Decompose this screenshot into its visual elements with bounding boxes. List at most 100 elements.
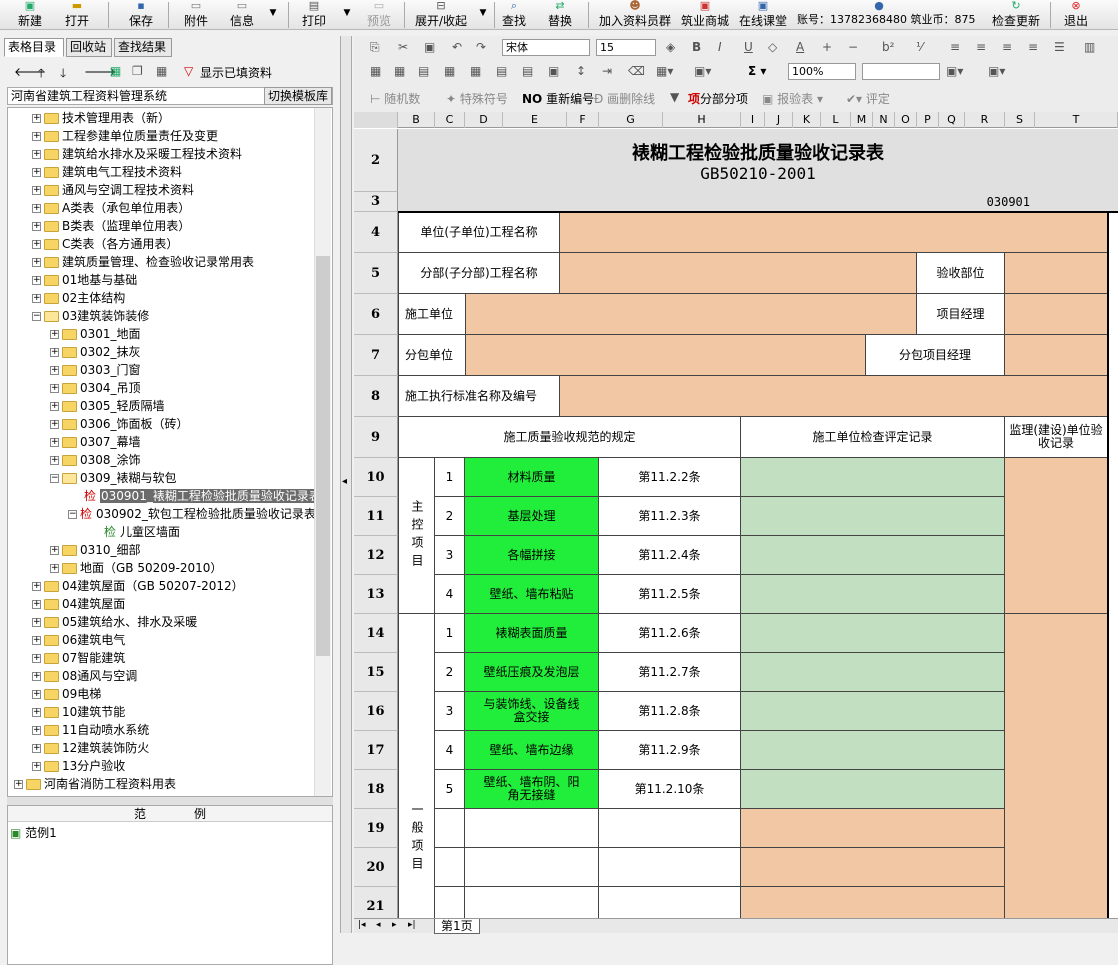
print-button[interactable]: ▤ 打印 <box>298 0 330 30</box>
supervisor-general-input[interactable] <box>1005 614 1108 918</box>
empty-cell[interactable] <box>465 848 599 887</box>
tree-item[interactable]: + 技术管理用表（新） <box>32 109 170 127</box>
random-number-button[interactable]: ⊢ 随机数 <box>370 90 420 107</box>
find-button[interactable]: ⌕ 查找 <box>500 0 528 30</box>
tree-item[interactable]: +0308_涂饰 <box>50 451 141 469</box>
renumber-button[interactable]: NO 重新编号 <box>522 90 594 107</box>
col-header[interactable]: J <box>765 112 793 128</box>
online-class-button[interactable]: ▣ 在线课堂 <box>738 0 788 30</box>
mall-button[interactable]: ▣ 筑业商城 <box>680 0 730 30</box>
tree-item[interactable]: +06建筑电气 <box>32 631 125 649</box>
empty-cell[interactable] <box>599 887 741 918</box>
tree-item[interactable]: +05建筑给水、排水及采暖 <box>32 613 197 631</box>
check-record-cell[interactable] <box>741 848 1005 887</box>
minus-icon[interactable]: − <box>848 40 858 54</box>
check-record-cell[interactable] <box>741 497 1005 536</box>
last-sheet-icon[interactable]: ▸| <box>408 920 416 930</box>
empty-cell[interactable] <box>465 809 599 848</box>
tree-item[interactable]: +13分户验收 <box>32 757 125 775</box>
grid-icon[interactable]: ▦ <box>156 64 167 78</box>
paste-icon[interactable]: ▣ <box>424 40 435 54</box>
col-header[interactable]: P <box>917 112 939 128</box>
undo-icon[interactable]: ↶ <box>452 40 462 54</box>
brush-icon[interactable]: ◈ <box>666 40 675 54</box>
tab-recycle-bin[interactable]: 回收站 <box>66 38 112 57</box>
pm-input[interactable] <box>1005 294 1108 335</box>
acceptance-part-input[interactable] <box>1005 253 1108 294</box>
row-header[interactable]: 13 <box>354 575 398 614</box>
cell-format-icon[interactable]: ▣▾ <box>988 64 1005 78</box>
tree-item[interactable]: + C类表（各方通用表） <box>32 235 178 253</box>
row-header[interactable]: 15 <box>354 653 398 692</box>
tree-item[interactable]: + B类表（监理单位用表） <box>32 217 190 235</box>
tree-item[interactable]: +02主体结构 <box>32 289 125 307</box>
check-record-cell[interactable] <box>741 614 1005 653</box>
align-center-icon[interactable]: ≡ <box>976 40 986 54</box>
tree-item-expanded[interactable]: −0309_裱糊与软包 <box>50 469 177 487</box>
fill-color-icon[interactable]: ◇ <box>768 40 777 54</box>
add-table-icon[interactable]: ▦ <box>110 64 121 78</box>
next-sheet-icon[interactable]: ▸ <box>392 920 397 930</box>
tab-search-results[interactable]: 查找结果 <box>114 38 172 57</box>
contractor-input[interactable] <box>466 294 917 335</box>
indent-icon[interactable]: ⇥ <box>602 64 612 78</box>
col-header[interactable]: G <box>599 112 663 128</box>
arrow-up-icon[interactable]: 🡑 <box>38 64 44 85</box>
report-button[interactable]: ▣ 报验表 ▾ <box>762 90 823 107</box>
tree-item[interactable]: +07智能建筑 <box>32 649 125 667</box>
row-header[interactable]: 20 <box>354 848 398 887</box>
attach-button[interactable]: ▭ 附件 <box>180 0 212 30</box>
col-header[interactable]: D <box>465 112 503 128</box>
tree-item[interactable]: + A类表（承包单位用表） <box>32 199 190 217</box>
tree-item[interactable]: +09电梯 <box>32 685 101 703</box>
subproject-button[interactable]: 项分部分项 <box>688 90 748 107</box>
table-icon[interactable]: ▤ <box>418 64 429 78</box>
row-header[interactable]: 3 <box>354 192 398 212</box>
col-header[interactable]: B <box>398 112 435 128</box>
row-header[interactable]: 10 <box>354 458 398 497</box>
col-header[interactable]: F <box>567 112 599 128</box>
insert-col-icon[interactable]: ▦ <box>470 64 481 78</box>
insert-row-icon[interactable]: ▦ <box>444 64 455 78</box>
image-icon[interactable]: ▣▾ <box>694 64 711 78</box>
row-header[interactable]: 7 <box>354 335 398 376</box>
line-spacing-icon[interactable]: ↕ <box>576 64 586 78</box>
font-size-select[interactable]: 15 <box>596 39 656 56</box>
italic-icon[interactable]: I <box>718 40 722 54</box>
tree-item[interactable]: +0305_轻质隔墙 <box>50 397 165 415</box>
tree-item[interactable]: +12建筑装饰防火 <box>32 739 149 757</box>
merge-icon[interactable]: ▦ <box>370 64 381 78</box>
col-header[interactable]: S <box>1005 112 1035 128</box>
row-header[interactable]: 11 <box>354 497 398 536</box>
col-header[interactable]: E <box>503 112 567 128</box>
underline-icon[interactable]: U <box>744 40 753 54</box>
empty-cell[interactable] <box>435 848 465 887</box>
special-symbol-button[interactable]: ✦ 特殊符号 <box>446 90 508 107</box>
sheet-tab[interactable]: 第1页 <box>434 919 480 934</box>
row-header[interactable]: 8 <box>354 376 398 417</box>
lock-icon[interactable]: ▣ <box>548 64 559 78</box>
empty-cell[interactable] <box>599 848 741 887</box>
form-title-area[interactable]: 裱糊工程检验批质量验收记录表 GB50210-2001 <box>398 129 1118 192</box>
tree-item[interactable]: +0307_幕墙 <box>50 433 141 451</box>
empty-cell[interactable] <box>599 809 741 848</box>
open-button[interactable]: ▬ 打开 <box>60 0 94 30</box>
tree-item[interactable]: +0303_门窗 <box>50 361 141 379</box>
justify-icon[interactable]: ≡ <box>1028 40 1038 54</box>
row-header[interactable]: 6 <box>354 294 398 335</box>
exit-button[interactable]: ⊗ 退出 <box>1060 0 1092 30</box>
tree-item[interactable]: + 建筑电气工程技术资料 <box>32 163 182 181</box>
tree-item-selected[interactable]: 检 030901_裱糊工程检验批质量验收记录表 <box>84 487 322 505</box>
sub-pm-input[interactable] <box>1005 335 1108 376</box>
corner-cell[interactable] <box>354 112 398 128</box>
save-button[interactable]: ▪ 保存 <box>124 0 158 30</box>
font-family-select[interactable]: 宋体 <box>502 39 590 56</box>
tree-item[interactable]: +0301_地面 <box>50 325 141 343</box>
expand-dropdown[interactable]: ▼ <box>476 8 490 22</box>
delete-row-icon[interactable]: ▤ <box>496 64 507 78</box>
tree-item[interactable]: +0302_抹灰 <box>50 343 141 361</box>
tree-item[interactable]: +08通风与空调 <box>32 667 137 685</box>
panel-splitter[interactable] <box>7 797 333 805</box>
unit-name-input[interactable] <box>560 213 1108 253</box>
zoom-select[interactable]: 100% <box>788 63 856 80</box>
